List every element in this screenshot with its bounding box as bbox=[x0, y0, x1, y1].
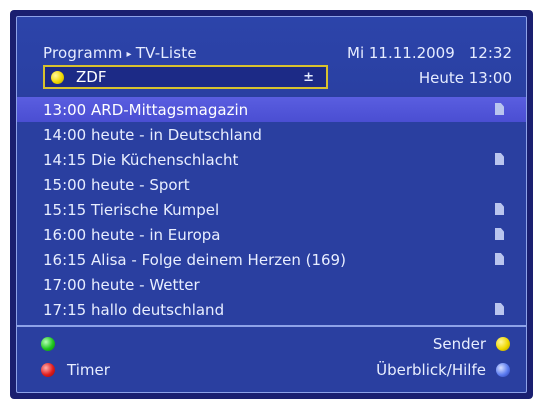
program-row[interactable]: 13:00 ARD-Mittagsmagazin bbox=[17, 97, 526, 122]
info-document-icon bbox=[495, 153, 504, 165]
date-label: Mi 11.11.2009 bbox=[347, 44, 455, 62]
program-title: Tierische Kumpel bbox=[91, 200, 220, 219]
program-row[interactable]: 17:00 heute - Wetter bbox=[17, 272, 526, 297]
info-document-icon bbox=[495, 228, 504, 240]
info-document-icon bbox=[495, 303, 504, 315]
program-row[interactable]: 16:15 Alisa - Folge deinem Herzen (169) bbox=[17, 247, 526, 272]
yellow-button-icon[interactable] bbox=[496, 337, 510, 351]
program-time: 15:15 bbox=[43, 200, 87, 219]
program-title: Alisa - Folge deinem Herzen (169) bbox=[91, 250, 346, 269]
info-document-icon bbox=[495, 103, 504, 115]
program-row[interactable]: 17:15 hallo deutschland bbox=[17, 297, 526, 322]
breadcrumb-separator-icon: ▸ bbox=[126, 49, 132, 60]
program-list: 13:00 ARD-Mittagsmagazin 14:00 heute - in… bbox=[17, 97, 526, 322]
time-label: 12:32 bbox=[468, 44, 512, 62]
program-title: heute - in Europa bbox=[91, 225, 221, 244]
program-title: Die Küchenschlacht bbox=[91, 150, 239, 169]
program-time: 15:00 bbox=[43, 175, 87, 194]
clock: Mi 11.11.2009 12:32 bbox=[347, 44, 512, 62]
yellow-dot-icon bbox=[51, 70, 64, 84]
channel-name: ZDF bbox=[76, 68, 107, 86]
overview-help-label[interactable]: Überblick/Hilfe bbox=[376, 361, 486, 379]
program-title: heute - in Deutschland bbox=[91, 125, 262, 144]
program-time: 14:15 bbox=[43, 150, 87, 169]
info-document-icon bbox=[495, 253, 504, 265]
program-time: 14:00 bbox=[43, 125, 87, 144]
tv-frame: Programm ▸ TV-Liste Mi 11.11.2009 12:32 ZDF… bbox=[10, 10, 533, 399]
breadcrumb-root: Programm bbox=[43, 44, 123, 62]
program-row[interactable]: 14:15 Die Küchenschlacht bbox=[17, 147, 526, 172]
program-title: heute - Wetter bbox=[91, 275, 200, 294]
header: Programm ▸ TV-Liste Mi 11.11.2009 12:32 ZDF… bbox=[17, 17, 526, 95]
program-time: 16:00 bbox=[43, 225, 87, 244]
timer-label[interactable]: Timer bbox=[67, 361, 110, 379]
footer: Timer Sender Überblick/Hilfe bbox=[17, 327, 526, 392]
dropdown-arrow-icon: ± bbox=[303, 69, 314, 85]
program-title: heute - Sport bbox=[91, 175, 190, 194]
program-time: 17:15 bbox=[43, 300, 87, 319]
program-title: ARD-Mittagsmagazin bbox=[91, 100, 249, 119]
program-time: 16:15 bbox=[43, 250, 87, 269]
sender-label[interactable]: Sender bbox=[433, 335, 486, 353]
program-time: 17:00 bbox=[43, 275, 87, 294]
program-row[interactable]: 14:00 heute - in Deutschland bbox=[17, 122, 526, 147]
breadcrumb-page: TV-Liste bbox=[135, 44, 197, 62]
red-button-icon[interactable] bbox=[41, 363, 55, 377]
program-row[interactable]: 16:00 heute - in Europa bbox=[17, 222, 526, 247]
program-title: hallo deutschland bbox=[91, 300, 225, 319]
program-time: 13:00 bbox=[43, 100, 87, 119]
today-time-label: Heute 13:00 bbox=[418, 69, 512, 87]
channel-selector[interactable]: ZDF ± bbox=[43, 65, 328, 89]
epg-screen: Programm ▸ TV-Liste Mi 11.11.2009 12:32 ZDF… bbox=[16, 16, 527, 393]
blue-button-icon[interactable] bbox=[496, 363, 510, 377]
program-row[interactable]: 15:15 Tierische Kumpel bbox=[17, 197, 526, 222]
program-row[interactable]: 15:00 heute - Sport bbox=[17, 172, 526, 197]
green-button-icon[interactable] bbox=[41, 337, 55, 351]
info-document-icon bbox=[495, 203, 504, 215]
breadcrumb: Programm ▸ TV-Liste bbox=[43, 44, 197, 62]
